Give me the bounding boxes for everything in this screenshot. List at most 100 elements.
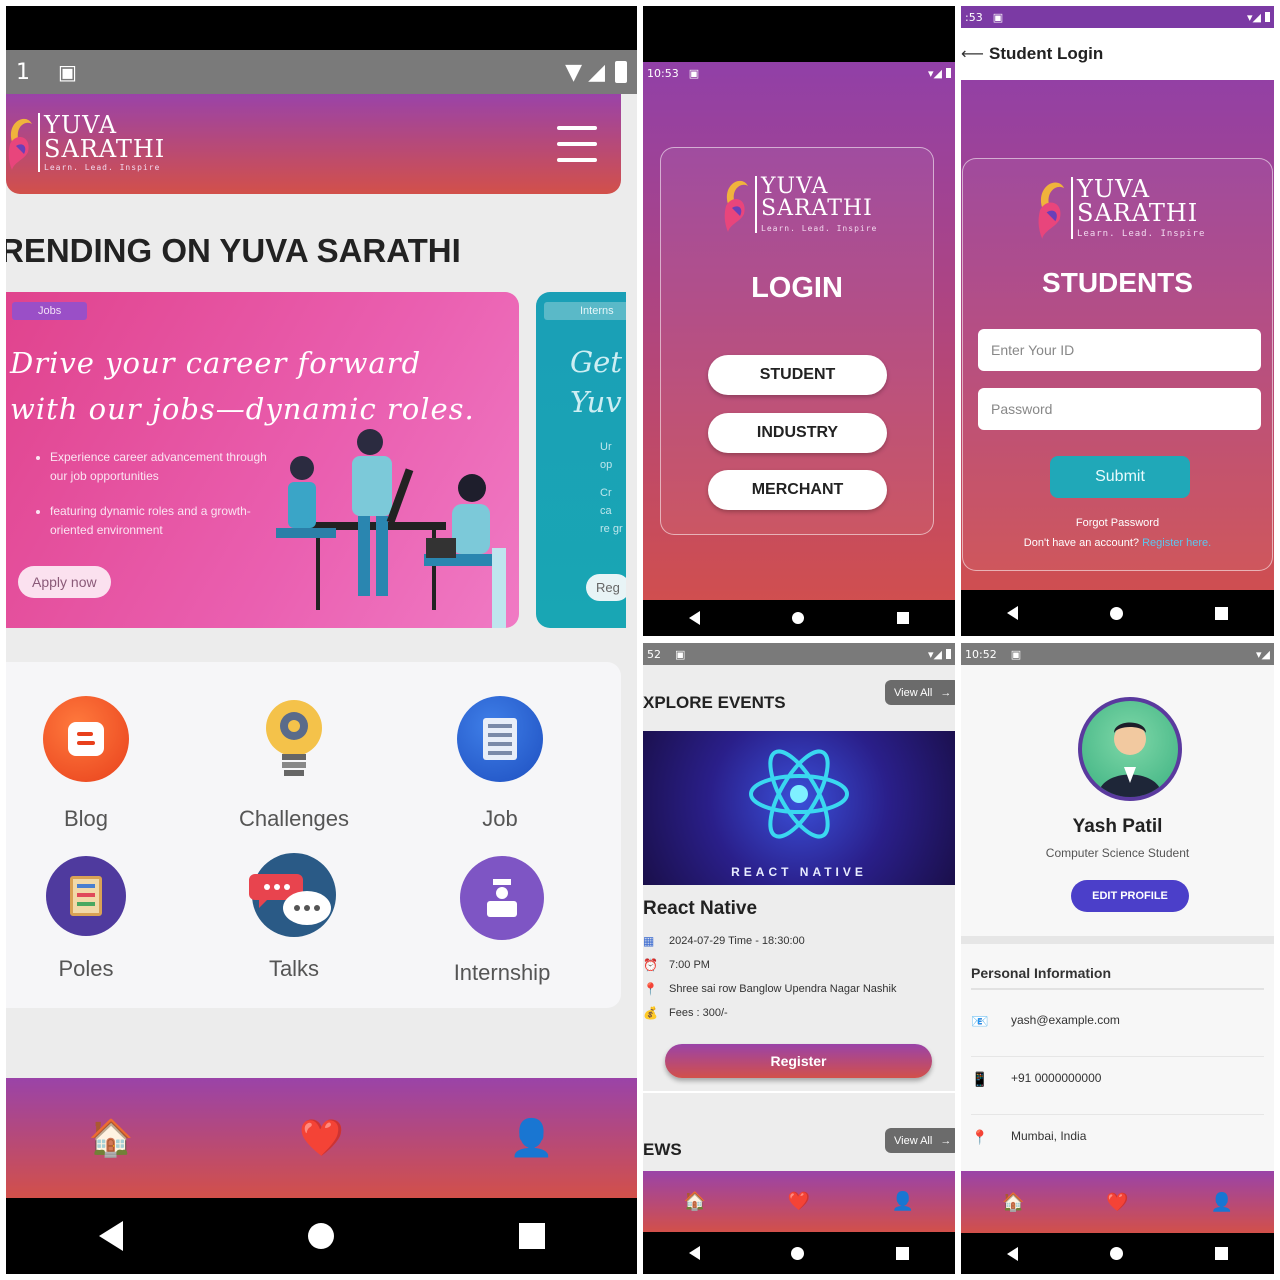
status-time: 1 [16, 59, 30, 85]
back-icon[interactable] [688, 1246, 700, 1260]
logo-tagline: Learn. Lead. Inspire [761, 223, 878, 233]
chat-bubbles-icon [249, 853, 336, 937]
feature-label: Challenges [238, 806, 350, 831]
logo-line1: YUVA [1077, 175, 1151, 203]
user-avatar-icon [1098, 722, 1162, 797]
back-icon[interactable] [1007, 606, 1018, 620]
app-logo: YUVA SARATHI Learn. Lead. Inspire [6, 112, 165, 172]
alarm-clock-icon: ⏰ [643, 958, 658, 972]
student-id-input[interactable]: Enter Your ID [978, 329, 1261, 371]
view-all-label: View All [894, 686, 933, 699]
favorites-tab-icon[interactable]: ❤️ [788, 1191, 810, 1212]
feature-label: Job [482, 806, 518, 831]
peacock-logo-icon [8, 118, 32, 170]
student-button[interactable]: STUDENT [708, 355, 887, 395]
students-title: STUDENTS [1042, 267, 1193, 298]
industry-button[interactable]: INDUSTRY [708, 413, 887, 453]
login-title: LOGIN [751, 272, 843, 304]
edit-profile-button[interactable]: EDIT PROFILE [1071, 880, 1189, 912]
merchant-button[interactable]: MERCHANT [708, 470, 887, 510]
battery-icon [1265, 12, 1270, 22]
sim-icon: ▣ [58, 60, 77, 84]
map-pin-icon: 📍 [971, 1129, 989, 1145]
logo-tagline: Learn. Lead. Inspire [1077, 229, 1206, 239]
back-icon[interactable] [689, 611, 701, 625]
profile-tab-icon[interactable]: 👤 [509, 1117, 554, 1159]
card-bullet: Experience career advancement through ou… [50, 448, 270, 486]
back-icon[interactable] [98, 1221, 123, 1251]
recents-icon[interactable] [1215, 606, 1228, 620]
wifi-icon: ▾◢ [1256, 647, 1270, 661]
android-nav-bar [643, 1232, 955, 1274]
profile-tab-icon[interactable]: 👤 [1211, 1192, 1233, 1213]
feature-job[interactable]: Job [450, 696, 550, 832]
feature-label: Talks [268, 956, 320, 981]
feature-label: Poles [58, 956, 114, 981]
feature-internship[interactable]: Internship [442, 856, 562, 986]
home-nav-icon[interactable] [791, 1246, 805, 1260]
phone-value: +91 0000000000 [1011, 1071, 1102, 1085]
home-tab-icon[interactable]: 🏠 [1002, 1192, 1024, 1213]
favorites-tab-icon[interactable]: ❤️ [299, 1117, 344, 1159]
app-logo: YUVA SARATHI Learn. Lead. Inspire [1035, 175, 1205, 241]
personal-info-title: Personal Information [971, 965, 1112, 981]
apply-now-button[interactable]: Apply now [18, 566, 111, 598]
money-icon: 💰 [643, 1006, 658, 1020]
home-tab-icon[interactable]: 🏠 [684, 1191, 706, 1212]
feature-poles[interactable]: Poles [36, 856, 136, 982]
profile-tab-icon[interactable]: 👤 [892, 1191, 914, 1212]
events-screen: 52 ▣ ▾◢ XPLORE EVENTS View All → REACT N… [643, 643, 955, 1274]
logo-line2: SARATHI [44, 134, 166, 163]
status-time: :53 [965, 10, 983, 24]
home-nav-icon[interactable] [792, 612, 805, 624]
sim-icon: ▣ [1010, 647, 1022, 661]
features-grid: Blog Challenges Job Poles Talks Internsh… [6, 662, 621, 1008]
status-bar: 1 ▣ ▼ ◢ [6, 50, 637, 94]
event-register-button[interactable]: Register [665, 1044, 932, 1078]
card2-bullet: Ur op [600, 441, 613, 471]
react-atom-icon [749, 749, 849, 839]
feature-talks[interactable]: Talks [244, 852, 344, 982]
submit-button[interactable]: Submit [1050, 456, 1190, 498]
view-all-label: View All [894, 1134, 933, 1147]
android-nav-bar [961, 1233, 1274, 1274]
events-view-all-button[interactable]: View All → [885, 680, 955, 705]
register-link[interactable]: Register here. [1142, 537, 1211, 549]
section-divider [971, 988, 1264, 990]
home-tab-icon[interactable]: 🏠 [89, 1117, 134, 1159]
recents-icon[interactable] [1215, 1247, 1228, 1260]
status-time: 10:53 [647, 66, 679, 80]
peacock-logo-icon [1038, 182, 1065, 239]
feature-blog[interactable]: Blog [36, 696, 136, 832]
event-banner[interactable]: REACT NATIVE [643, 731, 955, 885]
favorites-tab-icon[interactable]: ❤️ [1106, 1192, 1128, 1213]
app-bar: ⟵ Student Login [961, 28, 1274, 80]
app-header: YUVA SARATHI Learn. Lead. Inspire [6, 94, 621, 194]
arrow-right-icon: → [940, 686, 952, 699]
map-pin-icon: 📍 [643, 982, 658, 996]
status-bar: 52 ▣ ▾◢ [643, 643, 955, 665]
feature-label: Blog [63, 806, 109, 831]
recents-icon[interactable] [896, 1246, 910, 1260]
calendar-icon: ▦ [643, 934, 655, 948]
home-nav-icon[interactable] [1110, 606, 1123, 620]
home-nav-icon[interactable] [307, 1223, 334, 1249]
status-bar: 10:53 ▣ ▾◢ [643, 62, 955, 84]
forgot-password-link[interactable]: Forgot Password [963, 517, 1272, 529]
internship-card[interactable]: Interns Get Yuv Ur op Cr ca re gr Reg [536, 292, 626, 628]
back-icon[interactable] [1007, 1246, 1018, 1261]
news-view-all-button[interactable]: View All → [885, 1128, 955, 1153]
feature-challenges[interactable]: Challenges [224, 696, 364, 832]
recents-icon[interactable] [518, 1223, 545, 1249]
password-input[interactable]: Password [978, 388, 1261, 430]
card2-register-button[interactable]: Reg [586, 574, 626, 601]
logo-line2: SARATHI [761, 195, 873, 221]
lightbulb-gear-icon [266, 700, 322, 776]
home-nav-icon[interactable] [1110, 1247, 1123, 1260]
hamburger-menu-icon[interactable] [557, 126, 597, 162]
news-section-title: EWS [643, 1140, 682, 1159]
trending-title: RENDING ON YUVA SARATHI [6, 232, 461, 269]
recents-icon[interactable] [896, 612, 909, 624]
job-card[interactable]: Jobs Drive your career forward with our … [6, 292, 519, 628]
back-arrow-icon[interactable]: ⟵ [961, 44, 989, 64]
